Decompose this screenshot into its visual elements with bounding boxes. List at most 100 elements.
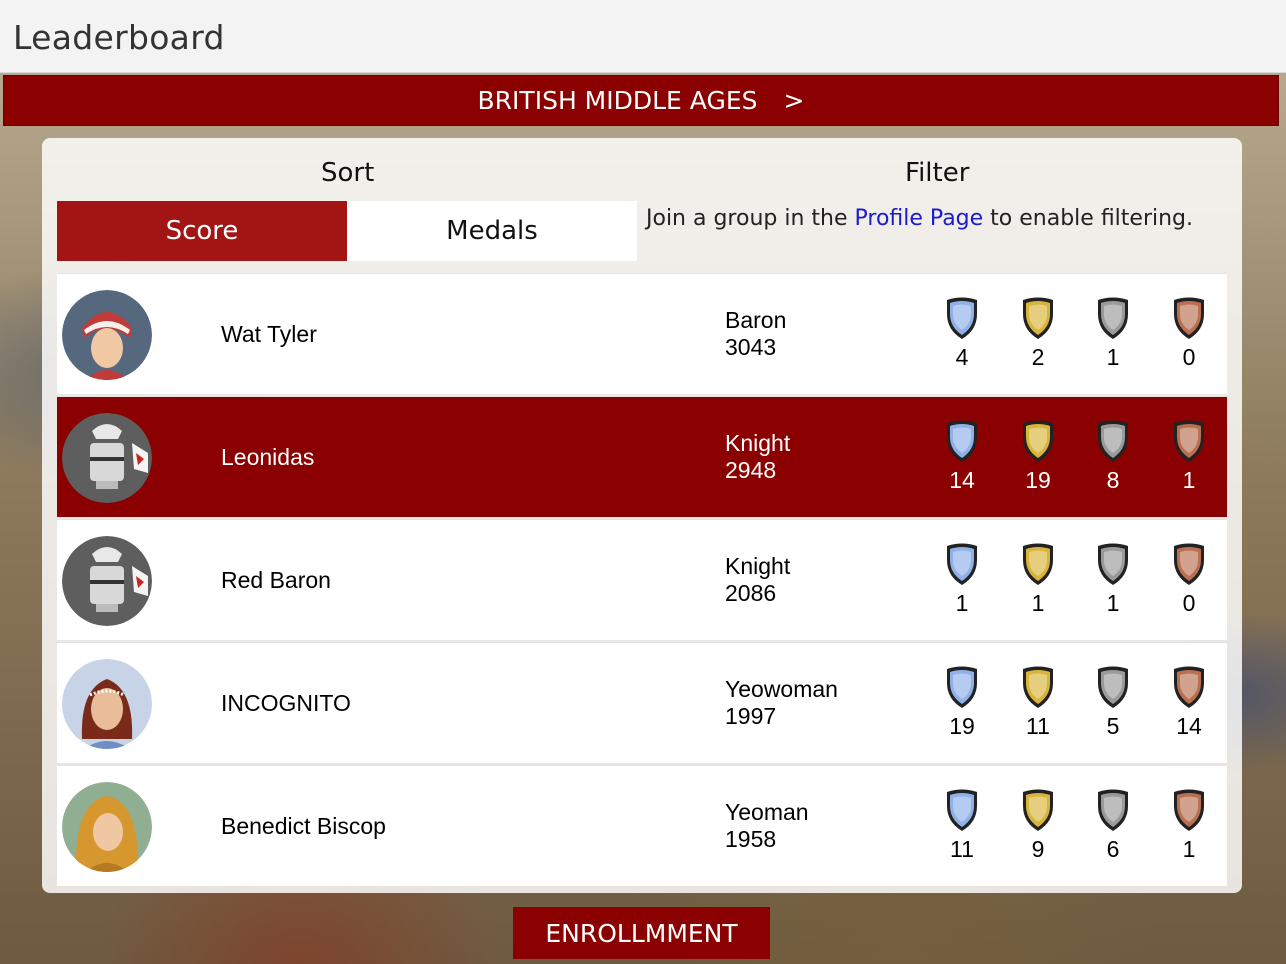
medal-count-value: 1 bbox=[1031, 590, 1045, 616]
woman-headdress-avatar bbox=[62, 290, 152, 380]
silver-shield-icon bbox=[1093, 542, 1133, 586]
medal-count-value: 11 bbox=[1026, 713, 1050, 739]
medal-count: 1 bbox=[1093, 542, 1133, 617]
medal-count: 14 bbox=[942, 419, 982, 494]
gold-shield-icon bbox=[1018, 419, 1058, 463]
silver-shield-icon bbox=[1093, 419, 1133, 463]
medal-count: 19 bbox=[942, 665, 982, 740]
leaderboard-row[interactable]: Benedict Biscop Yeoman 1958 11 9 6 1 bbox=[57, 765, 1227, 886]
medal-count-value: 19 bbox=[1025, 467, 1051, 493]
era-label: BRITISH MIDDLE AGES bbox=[477, 86, 758, 115]
medal-count: 8 bbox=[1093, 419, 1133, 494]
player-name: Red Baron bbox=[221, 567, 331, 593]
player-score: 3043 bbox=[725, 334, 777, 360]
woman-circlet-avatar bbox=[62, 659, 152, 749]
silver-shield-icon bbox=[1093, 665, 1133, 709]
medal-count-value: 1 bbox=[1182, 467, 1196, 493]
bronze-shield-icon bbox=[1169, 665, 1209, 709]
knight-helmet-avatar bbox=[62, 536, 152, 626]
player-rank: Yeoman bbox=[725, 799, 809, 825]
platinum-shield-icon bbox=[942, 296, 982, 340]
platinum-shield-icon bbox=[942, 665, 982, 709]
medal-count-value: 0 bbox=[1182, 344, 1196, 370]
leaderboard-row[interactable]: Red Baron Knight 2086 1 1 1 0 bbox=[57, 519, 1227, 640]
medal-count-value: 0 bbox=[1182, 590, 1196, 616]
player-rank: Yeowoman bbox=[725, 676, 838, 702]
gold-shield-icon bbox=[1018, 542, 1058, 586]
player-name: Benedict Biscop bbox=[221, 813, 386, 839]
window-title: Leaderboard bbox=[13, 18, 225, 57]
medal-count: 1 bbox=[1018, 542, 1058, 617]
bronze-shield-icon bbox=[1169, 419, 1209, 463]
medal-count: 4 bbox=[942, 296, 982, 371]
medal-count: 0 bbox=[1169, 296, 1209, 371]
medal-count-value: 1 bbox=[1182, 836, 1196, 862]
player-score: 2948 bbox=[725, 457, 777, 483]
monk-hood-avatar bbox=[62, 782, 152, 872]
medal-count-value: 9 bbox=[1031, 836, 1045, 862]
medal-count-value: 11 bbox=[950, 836, 974, 862]
platinum-shield-icon bbox=[942, 542, 982, 586]
leaderboard-panel: Sort Filter Score Medals Join a group in… bbox=[42, 138, 1242, 893]
medal-count: 9 bbox=[1018, 788, 1058, 863]
medal-count-value: 6 bbox=[1106, 836, 1120, 862]
filter-heading: Filter bbox=[905, 158, 970, 188]
platinum-shield-icon bbox=[942, 788, 982, 832]
medal-count: 2 bbox=[1018, 296, 1058, 371]
era-selector-button[interactable]: BRITISH MIDDLE AGES > bbox=[3, 75, 1279, 126]
sort-heading: Sort bbox=[321, 158, 375, 188]
player-rank-score: Baron 3043 bbox=[725, 307, 786, 361]
player-score: 2086 bbox=[725, 580, 777, 606]
medal-count-value: 1 bbox=[1106, 590, 1120, 616]
medal-count: 5 bbox=[1093, 665, 1133, 740]
player-rank: Baron bbox=[725, 307, 787, 333]
medal-count: 11 bbox=[942, 788, 982, 863]
medal-count: 1 bbox=[1169, 419, 1209, 494]
platinum-shield-icon bbox=[942, 419, 982, 463]
gold-shield-icon bbox=[1018, 296, 1058, 340]
medal-count-value: 5 bbox=[1106, 713, 1120, 739]
bronze-shield-icon bbox=[1169, 788, 1209, 832]
medal-count: 1 bbox=[1093, 296, 1133, 371]
medal-count-value: 1 bbox=[955, 590, 969, 616]
gold-shield-icon bbox=[1018, 788, 1058, 832]
player-rank-score: Knight 2086 bbox=[725, 553, 790, 607]
player-list: Wat Tyler Baron 3043 4 2 1 0 Leonidas Knight 2948… bbox=[57, 273, 1227, 888]
filter-note: Join a group in the Profile Page to enab… bbox=[646, 206, 1193, 231]
player-rank: Knight bbox=[725, 430, 791, 456]
player-name: INCOGNITO bbox=[221, 690, 351, 716]
silver-shield-icon bbox=[1093, 296, 1133, 340]
player-rank-score: Knight 2948 bbox=[725, 430, 790, 484]
medal-count-value: 14 bbox=[949, 467, 975, 493]
medal-count: 6 bbox=[1093, 788, 1133, 863]
leaderboard-row[interactable]: Leonidas Knight 2948 14 19 8 1 bbox=[57, 396, 1227, 517]
medal-count: 14 bbox=[1169, 665, 1209, 740]
player-rank-score: Yeoman 1958 bbox=[725, 799, 809, 853]
medal-count-value: 8 bbox=[1106, 467, 1120, 493]
gold-shield-icon bbox=[1018, 665, 1058, 709]
medal-count: 1 bbox=[1169, 788, 1209, 863]
medal-count: 1 bbox=[942, 542, 982, 617]
player-name: Wat Tyler bbox=[221, 321, 317, 347]
bronze-shield-icon bbox=[1169, 542, 1209, 586]
filter-note-suffix: to enable filtering. bbox=[983, 206, 1194, 231]
knight-helmet-avatar bbox=[62, 413, 152, 503]
leaderboard-row[interactable]: INCOGNITO Yeowoman 1997 19 11 5 14 bbox=[57, 642, 1227, 763]
title-bar: Leaderboard bbox=[0, 0, 1286, 73]
medal-count: 0 bbox=[1169, 542, 1209, 617]
player-score: 1997 bbox=[725, 703, 777, 729]
sort-medals-button[interactable]: Medals bbox=[347, 201, 637, 261]
medal-count-value: 1 bbox=[1106, 344, 1120, 370]
sort-score-button[interactable]: Score bbox=[57, 201, 347, 261]
player-name: Leonidas bbox=[221, 444, 315, 470]
medal-count-value: 4 bbox=[955, 344, 969, 370]
player-rank: Knight bbox=[725, 553, 791, 579]
player-rank-score: Yeowoman 1997 bbox=[725, 676, 838, 730]
profile-page-link[interactable]: Profile Page bbox=[855, 206, 984, 231]
medal-count-value: 14 bbox=[1176, 713, 1202, 739]
chevron-right-icon: > bbox=[783, 86, 805, 115]
filter-note-prefix: Join a group in the bbox=[646, 206, 855, 231]
leaderboard-row[interactable]: Wat Tyler Baron 3043 4 2 1 0 bbox=[57, 273, 1227, 394]
enrollment-button[interactable]: ENROLLMMENT bbox=[513, 907, 770, 959]
silver-shield-icon bbox=[1093, 788, 1133, 832]
